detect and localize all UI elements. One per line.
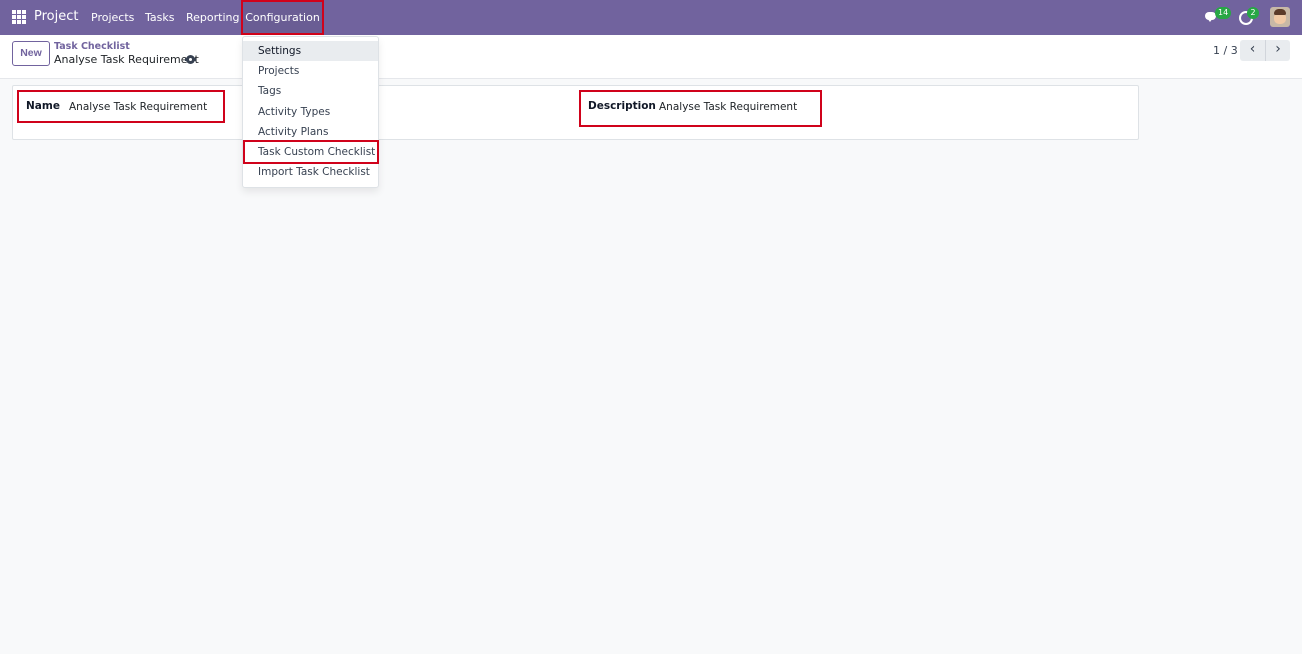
menu-item-import-task-checklist[interactable]: Import Task Checklist [243,162,378,182]
name-field[interactable]: Analyse Task Requirement [69,101,207,113]
pager-previous-button[interactable]: ‹ [1240,40,1265,61]
menu-item-settings[interactable]: Settings [243,41,378,61]
description-label: Description [588,100,656,112]
nav-configuration[interactable]: Configuration [241,0,324,35]
breadcrumb-parent[interactable]: Task Checklist [54,41,130,52]
nav-tasks[interactable]: Tasks [145,11,174,24]
chevron-right-icon: › [1275,41,1281,57]
pager-next-button[interactable]: › [1265,40,1290,61]
description-field-group: Description Analyse Task Requirement [579,90,822,127]
menu-item-task-custom-checklist[interactable]: Task Custom Checklist [243,140,379,164]
user-avatar[interactable] [1270,7,1290,27]
messages-count-badge: 14 [1215,7,1232,19]
menu-item-projects[interactable]: Projects [243,61,378,81]
name-field-group: Name Analyse Task Requirement [17,90,225,123]
menu-item-activity-types[interactable]: Activity Types [243,102,378,122]
configuration-dropdown: Settings Projects Tags Activity Types Ac… [242,36,379,188]
nav-reporting[interactable]: Reporting [186,11,239,24]
pager-value[interactable]: 1 / 3 [1213,44,1238,57]
name-label: Name [26,100,60,112]
menu-item-tags[interactable]: Tags [243,81,378,101]
app-name[interactable]: Project [34,9,78,24]
activities-count-badge: 2 [1247,7,1259,19]
description-field[interactable]: Analyse Task Requirement [659,101,797,113]
new-button[interactable]: New [12,41,50,66]
apps-grid-icon[interactable] [12,10,26,24]
form-sheet: Name Analyse Task Requirement Descriptio… [12,85,1139,140]
top-navbar: Project Projects Tasks Reporting Configu… [0,0,1302,35]
control-panel: New Task Checklist Analyse Task Requirem… [0,35,1302,79]
gear-icon[interactable] [185,55,196,64]
chevron-left-icon: ‹ [1249,41,1256,57]
nav-projects[interactable]: Projects [91,11,134,24]
breadcrumb-current: Analyse Task Requirement [54,53,199,66]
menu-item-activity-plans[interactable]: Activity Plans [243,122,378,142]
